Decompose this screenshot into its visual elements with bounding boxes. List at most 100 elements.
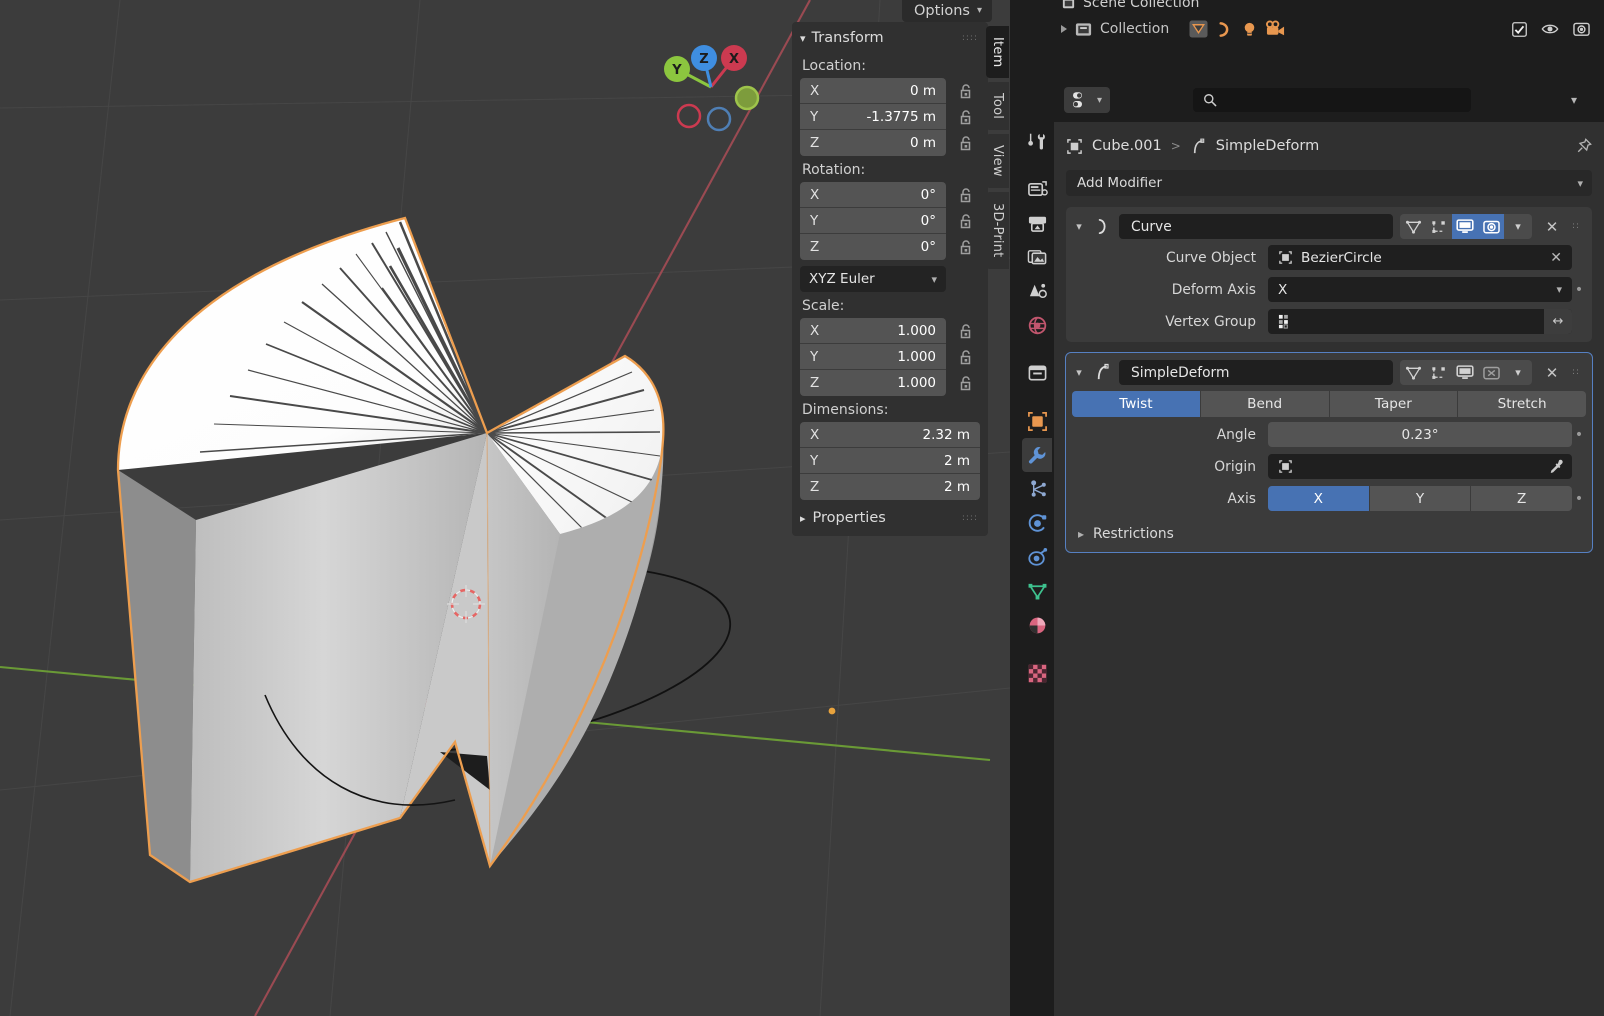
add-modifier-button[interactable]: Add Modifier ▾ (1066, 170, 1592, 196)
modifier-panel-curve[interactable]: ▾ Curve ▾ ✕:: Curve Object BezierCircle… (1066, 207, 1592, 342)
modifier-header-simpledeform[interactable]: ▾ SimpleDeform ▾ ✕:: (1072, 359, 1586, 386)
rotation-y-field[interactable]: Y 0° (800, 208, 946, 234)
properties-tab-scene[interactable] (1022, 274, 1052, 308)
camera-object-icon[interactable] (1265, 19, 1286, 39)
properties-tab-world[interactable] (1022, 308, 1052, 342)
lock-scale-y-icon[interactable] (956, 347, 976, 367)
properties-tab-particles[interactable] (1022, 472, 1052, 506)
properties-panel-header[interactable]: ▸ Properties :::: (792, 500, 988, 528)
camera-render-icon[interactable] (1573, 21, 1590, 37)
dimensions-x-field[interactable]: X 2.32 m (800, 422, 980, 448)
editor-type-selector[interactable]: ▾ (1064, 87, 1110, 113)
light-object-icon[interactable] (1240, 20, 1259, 39)
modifier-remove-simpledeform[interactable]: ✕ (1539, 364, 1565, 382)
lock-rotation-y-icon[interactable] (956, 211, 976, 231)
viewport-options-button[interactable]: Options ▾ (902, 0, 992, 22)
toggle-edit-mode-icon[interactable] (1426, 360, 1452, 385)
properties-tab-modifiers[interactable] (1022, 438, 1052, 472)
sidebar-tab-tool[interactable]: Tool (986, 82, 1009, 131)
mode-tab-bend[interactable]: Bend (1200, 391, 1330, 417)
animate-dot-angle[interactable]: • (1572, 427, 1586, 443)
properties-tab-texture[interactable] (1022, 656, 1052, 690)
location-z-field[interactable]: Z 0 m (800, 130, 946, 156)
properties-tab-material[interactable] (1022, 608, 1052, 642)
toggle-realtime-display-icon[interactable] (1452, 360, 1478, 385)
lock-rotation-x-icon[interactable] (956, 185, 976, 205)
modifier-extras-dropdown-simpledeform[interactable]: ▾ (1504, 360, 1532, 385)
checkbox-icon[interactable] (1512, 21, 1527, 37)
properties-tab-tool[interactable] (1022, 124, 1052, 158)
modifier-name-simpledeform[interactable]: SimpleDeform (1119, 360, 1393, 385)
animate-dot-deform-axis[interactable]: • (1572, 282, 1586, 298)
properties-editor[interactable]: ▾ ▾ Cube.001 > SimpleDeform Add Modifier… (1020, 78, 1604, 1016)
outliner-row-scene-collection[interactable]: Scene Collection (1051, 0, 1604, 16)
transform-panel-header[interactable]: ▾ Transform :::: (792, 22, 988, 52)
modifier-panel-simpledeform[interactable]: ▾ SimpleDeform ▾ ✕:: Twist Bend Taper S… (1065, 352, 1593, 553)
chevron-down-icon[interactable]: ▾ (1072, 366, 1086, 379)
animate-dot-axis[interactable]: • (1572, 491, 1586, 507)
scale-z-field[interactable]: Z 1.000 (800, 370, 946, 396)
modifier-name-curve[interactable]: Curve (1119, 214, 1393, 239)
lock-scale-x-icon[interactable] (956, 321, 976, 341)
rotation-z-field[interactable]: Z 0° (800, 234, 946, 260)
breadcrumb-object-name[interactable]: Cube.001 (1092, 138, 1162, 154)
dimensions-z-field[interactable]: Z 2 m (800, 474, 980, 500)
field-deform-axis[interactable]: X ▾ (1268, 277, 1572, 302)
lock-rotation-z-icon[interactable] (956, 237, 976, 257)
scale-y-field[interactable]: Y 1.000 (800, 344, 946, 370)
pin-icon[interactable] (1576, 138, 1592, 154)
clear-curve-object-icon[interactable]: ✕ (1550, 250, 1562, 266)
toggle-edit-mode-icon[interactable] (1426, 214, 1452, 239)
grip-dots-icon[interactable]: :: (1572, 222, 1586, 231)
sidebar-tab-view[interactable]: View (986, 134, 1009, 189)
breadcrumb-modifier-name[interactable]: SimpleDeform (1216, 138, 1319, 154)
modifier-header-curve[interactable]: ▾ Curve ▾ ✕:: (1072, 213, 1586, 240)
toggle-render-display-icon[interactable] (1478, 214, 1504, 239)
modifier-extras-dropdown-curve[interactable]: ▾ (1504, 214, 1532, 239)
scale-x-field[interactable]: X 1.000 (800, 318, 946, 344)
properties-tab-object[interactable] (1022, 404, 1052, 438)
lock-location-y-icon[interactable] (956, 107, 976, 127)
disclosure-triangle-icon[interactable] (1061, 25, 1067, 33)
properties-tab-collection[interactable] (1022, 356, 1052, 390)
restrictions-subpanel-header[interactable]: ▸ Restrictions (1072, 522, 1586, 546)
location-x-field[interactable]: X 0 m (800, 78, 946, 104)
mode-tab-stretch[interactable]: Stretch (1458, 391, 1586, 417)
field-curve-object[interactable]: BezierCircle ✕ (1268, 245, 1572, 270)
rotation-x-field[interactable]: X 0° (800, 182, 946, 208)
outliner-row-collection[interactable]: Collection (1051, 16, 1604, 42)
toggle-render-display-icon[interactable] (1478, 360, 1504, 385)
modifier-remove-curve[interactable]: ✕ (1539, 218, 1565, 236)
field-vertex-group[interactable]: ↔ (1268, 309, 1572, 334)
toggle-on-cage-icon[interactable] (1400, 214, 1426, 239)
lock-location-x-icon[interactable] (956, 81, 976, 101)
toggle-realtime-display-icon[interactable] (1452, 214, 1478, 239)
properties-tab-constraints[interactable] (1022, 540, 1052, 574)
curve-object-icon[interactable] (1215, 20, 1234, 39)
toggle-on-cage-icon[interactable] (1400, 360, 1426, 385)
navigation-gizmo[interactable]: X Z Y (663, 36, 763, 136)
dimensions-y-field[interactable]: Y 2 m (800, 448, 980, 474)
lock-location-z-icon[interactable] (956, 133, 976, 153)
axis-option-x[interactable]: X (1268, 486, 1370, 511)
properties-tab-view-layer[interactable] (1022, 240, 1052, 274)
sidebar-tab-item[interactable]: Item (986, 26, 1009, 79)
field-origin[interactable] (1268, 454, 1572, 479)
outliner-editor[interactable]: Scene Collection Collection (1051, 0, 1604, 78)
properties-search-input[interactable] (1193, 88, 1471, 112)
eyedropper-icon[interactable] (1548, 459, 1564, 475)
chevron-down-icon[interactable]: ▾ (1072, 220, 1086, 233)
properties-tab-physics[interactable] (1022, 506, 1052, 540)
properties-tab-object-data[interactable] (1022, 574, 1052, 608)
grip-dots-icon[interactable]: :: (1572, 368, 1586, 377)
axis-option-z[interactable]: Z (1471, 486, 1572, 511)
properties-tab-output[interactable] (1022, 206, 1052, 240)
eye-icon[interactable] (1541, 22, 1559, 36)
sidebar-tab-3d-print[interactable]: 3D-Print (986, 192, 1009, 269)
vertex-group-invert-icon[interactable]: ↔ (1544, 309, 1572, 334)
mesh-object-icon[interactable] (1188, 19, 1209, 39)
location-y-field[interactable]: Y -1.3775 m (800, 104, 946, 130)
3d-viewport[interactable]: Options ▾ X Z Y ▾ Transform:::: Locatio… (0, 0, 1010, 1016)
properties-filter-dropdown[interactable]: ▾ (1554, 93, 1594, 107)
mode-tab-twist[interactable]: Twist (1072, 391, 1201, 417)
